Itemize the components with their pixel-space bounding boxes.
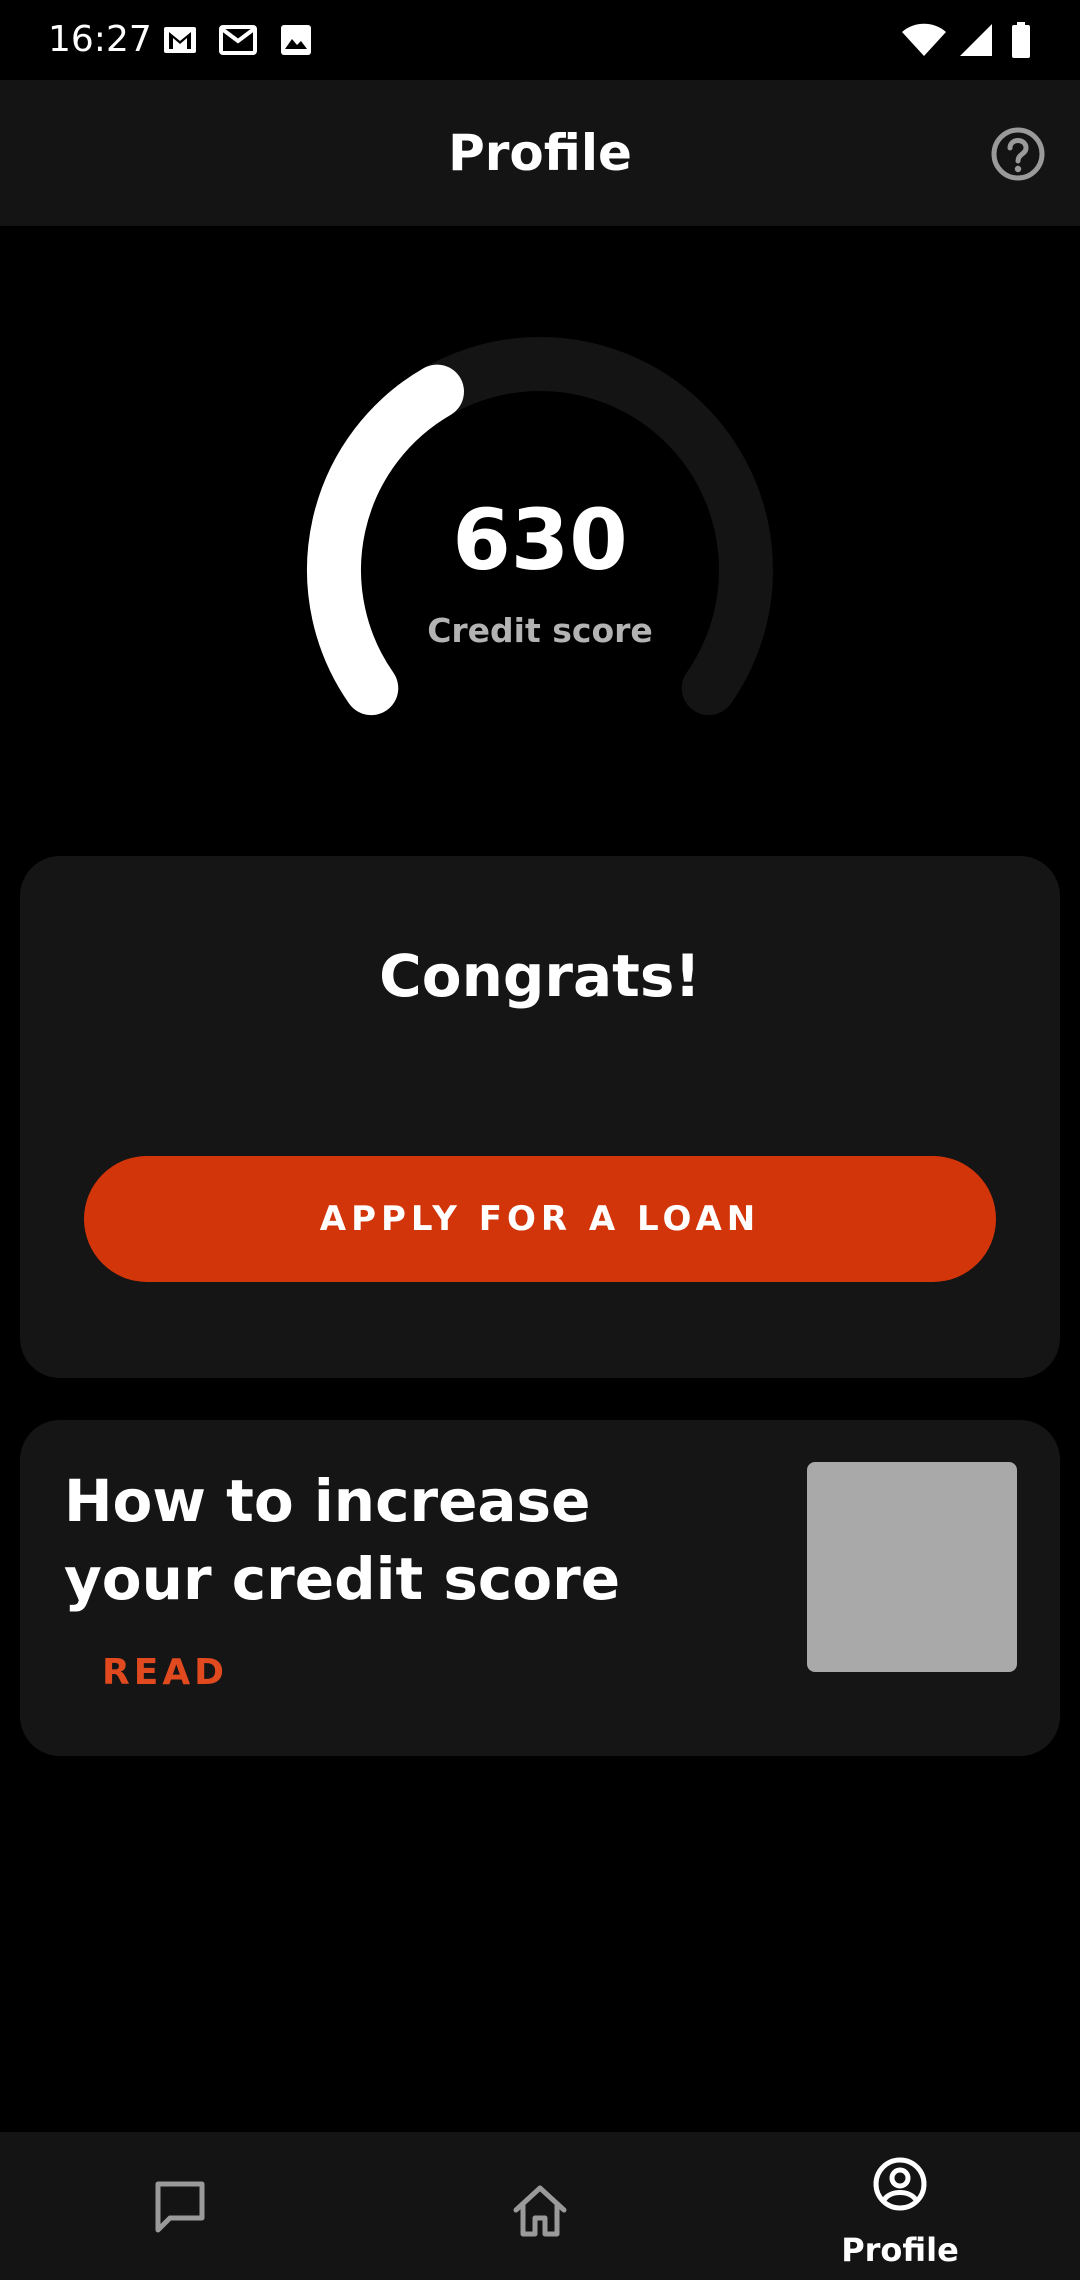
page-title: Profile (448, 124, 632, 182)
email-icon (219, 25, 257, 55)
congrats-title: Congrats! (379, 942, 701, 1010)
signal-icon (960, 24, 992, 56)
article-thumbnail (807, 1462, 1017, 1672)
article-title: How to increase your credit score (64, 1467, 621, 1613)
congrats-card: Congrats! APPLY FOR A LOAN (20, 856, 1060, 1378)
chat-icon (155, 2181, 205, 2233)
nav-label-profile: Profile (841, 2231, 959, 2269)
status-bar: 16:27 (0, 0, 1080, 80)
profile-icon (873, 2157, 927, 2211)
image-icon (281, 25, 311, 55)
help-circle-icon[interactable] (988, 124, 1048, 184)
read-link[interactable]: READ (102, 1648, 228, 1698)
credit-score-value: 630 (452, 491, 628, 589)
status-time: 16:27 (48, 19, 152, 60)
battery-icon (1012, 22, 1030, 58)
home-icon (513, 2185, 567, 2237)
bottom-navigation: Profile (0, 2132, 1080, 2280)
nav-item-chat[interactable] (0, 2132, 360, 2280)
article-card[interactable]: How to increase your credit score READ (20, 1420, 1060, 1756)
wifi-icon (902, 23, 946, 56)
gmail-icon (164, 27, 196, 53)
app-bar: Profile (0, 80, 1080, 226)
apply-for-loan-button[interactable]: APPLY FOR A LOAN (84, 1156, 996, 1282)
credit-score-label: Credit score (427, 611, 653, 650)
nav-item-home[interactable] (360, 2132, 720, 2280)
nav-item-profile[interactable]: Profile (720, 2132, 1080, 2280)
